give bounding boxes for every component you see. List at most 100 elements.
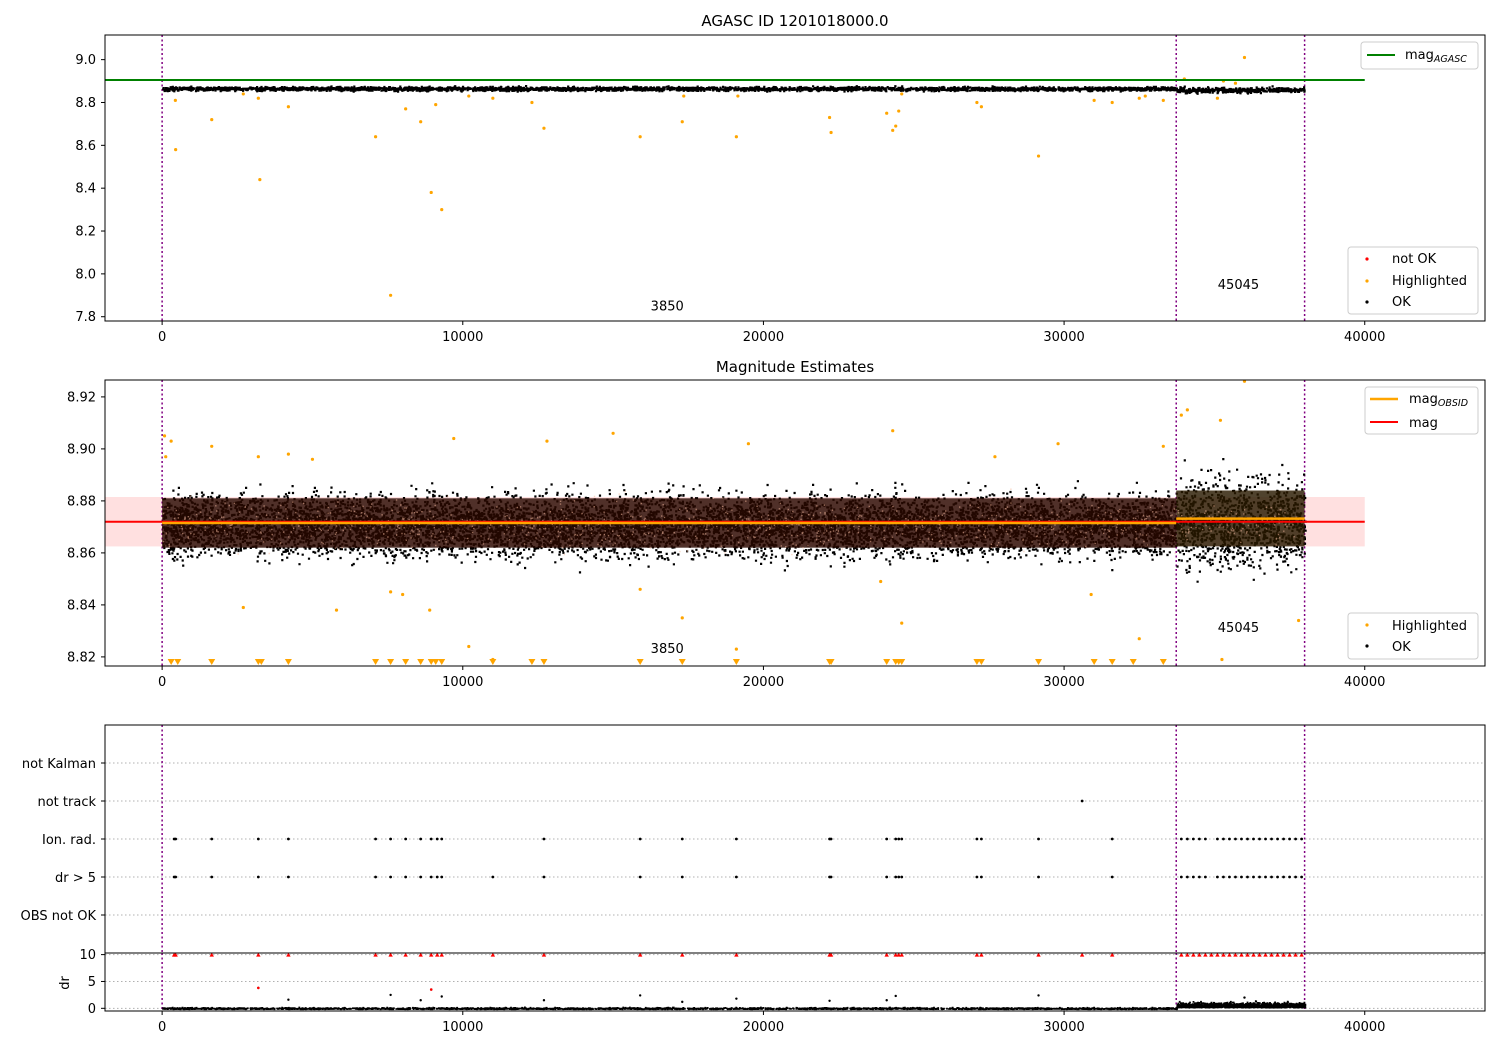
highlighted-point xyxy=(174,148,178,152)
dr-outlier-point xyxy=(440,995,443,998)
flag-point xyxy=(542,875,546,879)
flag-point xyxy=(1203,875,1207,879)
x-tick-label: 10000 xyxy=(442,1020,483,1035)
flag-point xyxy=(440,837,444,841)
clipped-point-marker xyxy=(387,659,395,665)
flag-row-label: not Kalman xyxy=(22,757,96,772)
highlighted-point xyxy=(241,92,245,96)
highlighted-point xyxy=(736,94,740,98)
flag-point xyxy=(1080,799,1084,803)
x-tick-label: 40000 xyxy=(1344,330,1385,345)
highlighted-point xyxy=(894,124,898,128)
highlighted-point xyxy=(1215,96,1220,100)
flag-point xyxy=(638,837,642,841)
axes: 0 10000 20000 30000 40000 7.8 8.0 8.2 8.4 8.6 8.8 9… xyxy=(75,53,1385,345)
x-tick-label: 20000 xyxy=(743,1020,784,1035)
legend-lines: magAGASC xyxy=(1360,41,1479,70)
dr-outlier-point xyxy=(885,999,888,1002)
highlighted-point xyxy=(545,439,549,443)
highlighted-point xyxy=(611,431,615,435)
highlighted-point xyxy=(993,455,997,459)
flag-point xyxy=(1216,837,1219,841)
highlighted-point xyxy=(173,98,177,102)
highlighted-point xyxy=(979,105,984,109)
flags-panel: not Kalman not track Ion. rad. dr > 5 OBS no… xyxy=(21,725,1485,953)
ok-points xyxy=(1176,85,1306,95)
clipped-point-marker xyxy=(678,659,686,665)
highlighted-point xyxy=(530,100,534,105)
highlighted-point xyxy=(638,587,642,591)
highlighted-point xyxy=(286,452,290,456)
x-tick-label: 30000 xyxy=(1043,1020,1084,1035)
legend-points: not OK Highlighted OK xyxy=(1347,246,1479,315)
flag-point xyxy=(1246,837,1249,841)
y-tick-label: 8.8 xyxy=(75,96,96,111)
dr-outlier-point xyxy=(1243,996,1246,999)
legend-marker-ok xyxy=(1365,300,1369,304)
clipped-point-marker xyxy=(732,659,740,665)
y-tick-label: 7.8 xyxy=(75,310,96,325)
dr-outlier-point xyxy=(894,994,897,998)
y-tick-label: 8.6 xyxy=(75,139,96,154)
flag-point xyxy=(1300,875,1304,879)
highlighted-point xyxy=(680,120,684,124)
highlighted-point xyxy=(467,644,471,649)
highlighted-point xyxy=(241,605,245,610)
highlighted-point xyxy=(897,109,901,113)
clipped-point-marker xyxy=(174,659,182,665)
highlighted-point xyxy=(682,94,686,98)
flag-point xyxy=(210,837,214,841)
highlighted-point xyxy=(734,647,738,651)
agasc-magnitude-panel: AGASC ID 1201018000.0 3850 45045 0 10000 20… xyxy=(75,12,1486,345)
flag-row-label: not track xyxy=(37,795,96,810)
clipped-point-marker xyxy=(1159,659,1167,665)
flag-point xyxy=(1197,875,1201,879)
flag-point xyxy=(1216,875,1219,879)
flag-point xyxy=(1179,837,1183,841)
highlighted-point xyxy=(256,455,260,459)
clipped-point-marker xyxy=(432,659,440,665)
highlighted-point xyxy=(1161,98,1165,102)
highlighted-point xyxy=(829,130,833,135)
flag-point xyxy=(256,837,260,841)
highlighted-point xyxy=(491,96,495,100)
flag-point xyxy=(885,837,889,841)
flag-point xyxy=(1191,875,1195,879)
flag-point xyxy=(1258,875,1261,879)
highlighted-point xyxy=(1089,592,1093,597)
x-tick-label: 0 xyxy=(158,1020,166,1035)
highlighted-point xyxy=(1242,55,1247,60)
highlighted-point xyxy=(1056,442,1060,446)
y-tick-label: 9.0 xyxy=(75,53,96,68)
clipped-point-marker xyxy=(636,659,644,665)
flag-row-label: Ion. rad. xyxy=(42,833,96,848)
highlighted-point xyxy=(428,608,432,612)
dr-not-ok-point xyxy=(257,986,260,990)
dr-outlier-point xyxy=(828,999,831,1002)
highlighted-point xyxy=(1110,100,1114,105)
flag-point xyxy=(1197,837,1201,841)
dr-not-ok-point xyxy=(429,988,433,991)
clipped-point-marker xyxy=(438,659,446,665)
flag-point xyxy=(1234,837,1237,841)
flag-point xyxy=(1288,875,1291,879)
plot-content xyxy=(105,952,1485,1011)
dr-panel: 0 10000 20000 30000 40000 0 5 10 dr xyxy=(58,948,1485,1035)
flag-point xyxy=(1228,875,1231,879)
flag-point xyxy=(894,875,898,879)
flag-point xyxy=(680,837,684,841)
obsid-label: 45045 xyxy=(1218,621,1259,636)
flag-point xyxy=(975,837,979,841)
legend-label-ok: OK xyxy=(1392,640,1411,655)
highlighted-point xyxy=(429,190,433,195)
highlighted-point xyxy=(680,616,684,620)
flag-point xyxy=(1185,837,1189,841)
flag-row-label: dr > 5 xyxy=(55,871,96,886)
flag-point xyxy=(1240,875,1243,879)
flag-point xyxy=(1252,837,1255,841)
highlighted-point xyxy=(310,457,315,461)
flag-point xyxy=(374,875,377,879)
x-tick-label: 20000 xyxy=(743,675,784,690)
clipped-point-marker xyxy=(1035,659,1043,665)
flag-point xyxy=(1240,837,1243,841)
